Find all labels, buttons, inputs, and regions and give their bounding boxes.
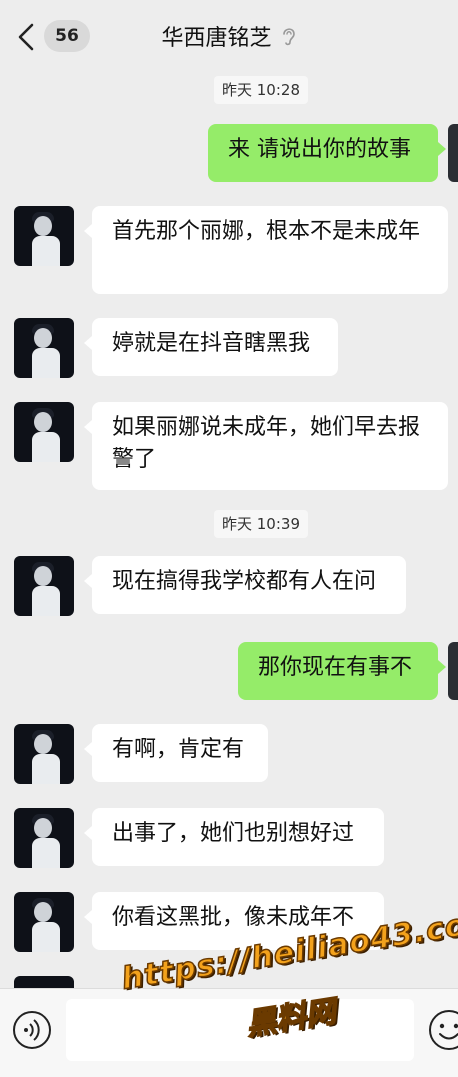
sent-message-bubble[interactable]: 来 请说出你的故事 xyxy=(208,124,446,182)
voice-icon[interactable] xyxy=(12,1010,52,1050)
message-input-bar xyxy=(0,988,458,1077)
chat-header: 56 华西唐铭芝 xyxy=(0,0,458,74)
contact-avatar[interactable] xyxy=(14,724,74,784)
received-message-bubble[interactable]: 如果丽娜说未成年，她们早去报警了 xyxy=(84,402,448,490)
emoji-icon[interactable] xyxy=(428,1009,458,1051)
timestamp: 昨天 10:39 xyxy=(214,510,308,538)
sent-message-bubble[interactable]: 那你现在有事不 xyxy=(238,642,446,700)
self-avatar[interactable] xyxy=(448,642,458,700)
contact-avatar[interactable] xyxy=(14,556,74,616)
chat-title-area: 华西唐铭芝 xyxy=(0,20,458,52)
timestamp: 昨天 10:28 xyxy=(214,76,308,104)
chat-title: 华西唐铭芝 xyxy=(161,26,272,51)
received-message-bubble[interactable]: 出事了，她们也别想好过 xyxy=(84,808,384,866)
contact-avatar[interactable] xyxy=(14,318,74,378)
message-input[interactable] xyxy=(66,999,414,1061)
contact-avatar[interactable] xyxy=(14,808,74,868)
ear-icon xyxy=(282,28,295,46)
received-message-bubble[interactable]: 首先那个丽娜，根本不是未成年 xyxy=(84,206,448,294)
contact-avatar[interactable] xyxy=(14,892,74,952)
contact-avatar[interactable] xyxy=(14,402,74,462)
received-message-bubble[interactable]: 婷就是在抖音瞎黑我 xyxy=(84,318,338,376)
received-message-bubble[interactable]: 现在搞得我学校都有人在问 xyxy=(84,556,406,614)
self-avatar[interactable] xyxy=(448,124,458,182)
contact-avatar[interactable] xyxy=(14,206,74,266)
received-message-bubble[interactable]: 有啊，肯定有 xyxy=(84,724,268,782)
